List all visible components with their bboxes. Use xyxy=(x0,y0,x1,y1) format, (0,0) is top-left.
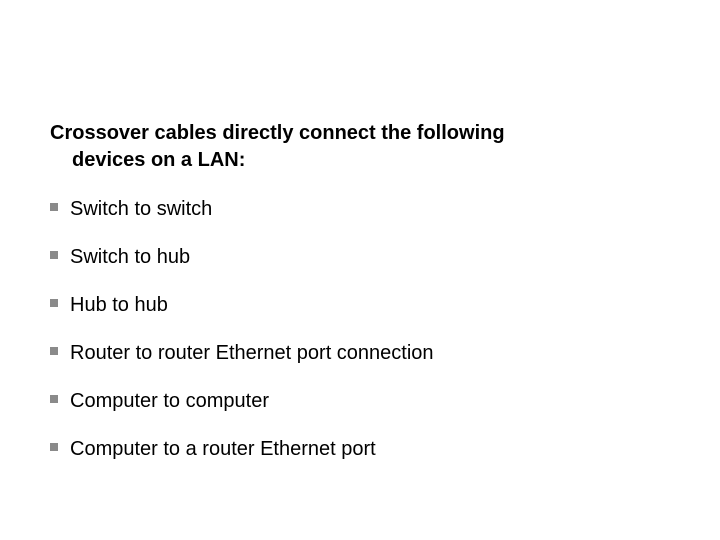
heading-line-2: devices on a LAN: xyxy=(50,147,660,174)
square-bullet-icon xyxy=(50,395,58,403)
slide-heading: Crossover cables directly connect the fo… xyxy=(50,120,660,174)
square-bullet-icon xyxy=(50,203,58,211)
list-item: Router to router Ethernet port connectio… xyxy=(50,340,660,366)
square-bullet-icon xyxy=(50,251,58,259)
bullet-list: Switch to switch Switch to hub Hub to hu… xyxy=(50,196,660,462)
list-item-text: Router to router Ethernet port connectio… xyxy=(70,342,434,364)
list-item-text: Computer to computer xyxy=(70,390,269,412)
slide: Crossover cables directly connect the fo… xyxy=(0,0,720,540)
square-bullet-icon xyxy=(50,347,58,355)
list-item-text: Hub to hub xyxy=(70,294,168,316)
list-item: Computer to computer xyxy=(50,388,660,414)
list-item: Computer to a router Ethernet port xyxy=(50,436,660,462)
list-item-text: Switch to hub xyxy=(70,246,190,268)
list-item-text: Computer to a router Ethernet port xyxy=(70,438,376,460)
list-item: Hub to hub xyxy=(50,292,660,318)
list-item-text: Switch to switch xyxy=(70,198,212,220)
list-item: Switch to switch xyxy=(50,196,660,222)
square-bullet-icon xyxy=(50,443,58,451)
list-item: Switch to hub xyxy=(50,244,660,270)
heading-line-1: Crossover cables directly connect the fo… xyxy=(50,122,505,144)
square-bullet-icon xyxy=(50,299,58,307)
